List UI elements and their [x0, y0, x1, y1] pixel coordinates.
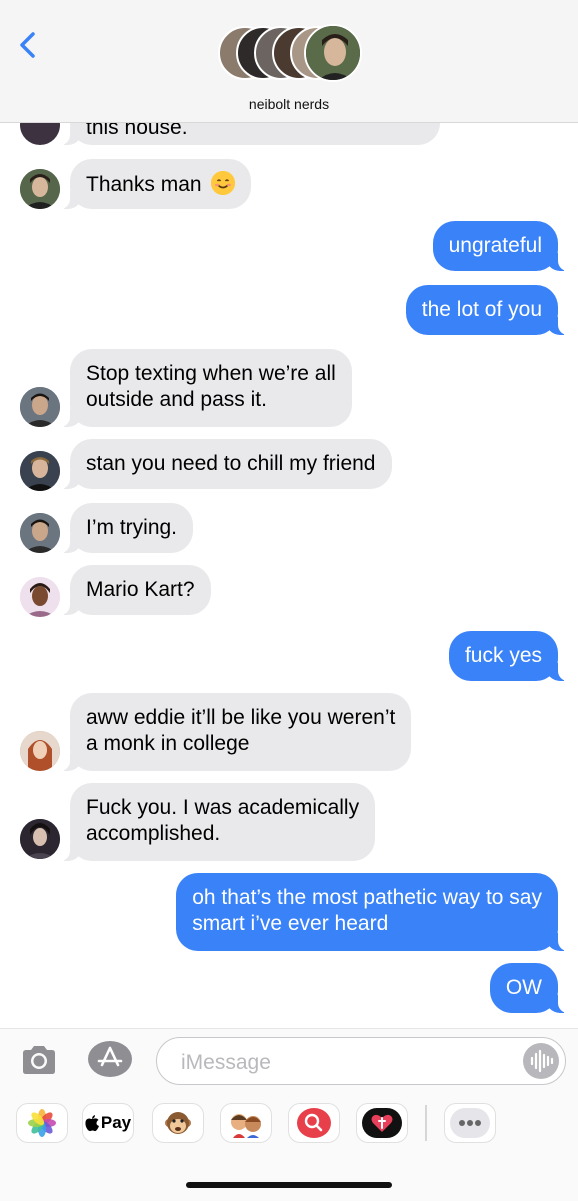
message-bubble-incoming[interactable]: aww eddie it’ll be like you weren’t a mo… — [59, 693, 412, 771]
message-bubble-incoming[interactable]: Mario Kart? — [60, 565, 211, 615]
message-text: this house. — [86, 123, 188, 139]
app-drawer: Pay — [0, 1103, 578, 1147]
avatar — [20, 513, 60, 553]
message-bubble-outgoing[interactable]: fuck yes — [448, 631, 569, 681]
home-indicator[interactable] — [186, 1182, 392, 1188]
message-line: smart i’ve ever heard — [192, 912, 389, 935]
message-text: I’m trying. — [86, 516, 178, 539]
avatar — [20, 451, 60, 491]
message-input[interactable] — [179, 1048, 513, 1078]
message-text: aww eddie it’ll be like you weren’t a mo… — [86, 705, 395, 757]
memoji-app-button[interactable] — [220, 1103, 272, 1143]
photos-app-icon — [28, 1109, 56, 1137]
message-text: oh that’s the most pathetic way to say s… — [192, 885, 542, 937]
message-bubble-incoming[interactable]: this house. — [60, 123, 440, 145]
message-text: Fuck you. I was academically accomplishe… — [86, 795, 359, 847]
divider — [425, 1105, 427, 1141]
message-bubble-incoming[interactable]: Fuck you. I was academically accomplishe… — [59, 783, 376, 861]
animoji-app-icon — [165, 1112, 191, 1134]
message-text: Stop texting when we’re all outside and … — [86, 361, 336, 413]
apple-pay-label: Pay — [100, 1113, 132, 1132]
message-bubble-incoming[interactable]: I’m trying. — [59, 503, 194, 553]
camera-icon — [23, 1046, 55, 1074]
audio-waveform-icon — [530, 1049, 554, 1073]
app-store-button[interactable] — [88, 1041, 132, 1077]
message-text: Mario Kart? — [86, 578, 195, 601]
message-bubble-outgoing[interactable]: the lot of you — [405, 285, 569, 335]
message-line: aww eddie it’ll be like you weren’t — [86, 706, 396, 729]
message-line: accomplished. — [86, 822, 221, 845]
composer-bar: Pay — [0, 1028, 578, 1201]
app-store-icon — [88, 1041, 132, 1077]
message-text: stan you need to chill my friend — [86, 452, 376, 475]
digital-touch-app-button[interactable] — [356, 1103, 408, 1143]
apple-pay-app-icon — [85, 1115, 99, 1132]
memoji-app-icon — [231, 1114, 261, 1138]
avatar — [20, 731, 60, 771]
message-text: OW — [505, 976, 542, 999]
message-list[interactable]: this house. Thanks man ungrateful the lo… — [0, 123, 578, 1028]
message-line: a monk in college — [86, 732, 250, 755]
avatar — [20, 169, 60, 209]
message-line: outside and pass it. — [86, 388, 267, 411]
message-line: Fuck you. I was academically — [86, 796, 360, 819]
message-line: oh that’s the most pathetic way to say — [192, 886, 542, 909]
animoji-app-button[interactable] — [152, 1103, 204, 1143]
digital-touch-app-icon — [362, 1108, 402, 1138]
message-text: fuck yes — [464, 644, 542, 667]
avatar — [20, 387, 60, 427]
more-apps-button[interactable] — [444, 1103, 496, 1143]
message-text: Thanks man — [86, 173, 202, 196]
smiling-face-emoji — [211, 171, 236, 195]
chevron-left-icon — [20, 32, 35, 58]
avatar — [20, 123, 60, 145]
message-input-field[interactable] — [156, 1037, 566, 1085]
conversation-header: neibolt nerds — [0, 0, 578, 123]
back-button[interactable] — [14, 28, 44, 62]
message-bubble-outgoing[interactable]: oh that’s the most pathetic way to say s… — [176, 873, 568, 951]
message-bubble-incoming[interactable]: Thanks man — [59, 159, 252, 209]
group-name[interactable]: neibolt nerds — [0, 96, 578, 112]
avatar — [20, 577, 60, 617]
message-text: the lot of you — [421, 298, 542, 321]
images-search-app-button[interactable] — [288, 1103, 340, 1143]
apple-pay-app-button[interactable]: Pay — [82, 1103, 134, 1143]
message-bubble-outgoing[interactable]: ungrateful — [432, 221, 569, 271]
photos-app-button[interactable] — [16, 1103, 68, 1143]
camera-button[interactable] — [20, 1043, 58, 1077]
avatar — [20, 819, 60, 859]
message-text: ungrateful — [448, 234, 542, 257]
avatar — [304, 24, 362, 82]
message-line: Stop texting when we’re all — [86, 362, 336, 385]
images-search-app-icon — [297, 1108, 331, 1138]
audio-message-button[interactable] — [523, 1043, 559, 1079]
message-bubble-incoming[interactable]: Stop texting when we’re all outside and … — [60, 349, 352, 427]
message-bubble-incoming[interactable]: stan you need to chill my friend — [60, 439, 392, 489]
message-bubble-outgoing[interactable]: OW — [489, 963, 569, 1013]
more-apps-icon — [450, 1108, 490, 1138]
group-avatars[interactable] — [218, 24, 363, 86]
